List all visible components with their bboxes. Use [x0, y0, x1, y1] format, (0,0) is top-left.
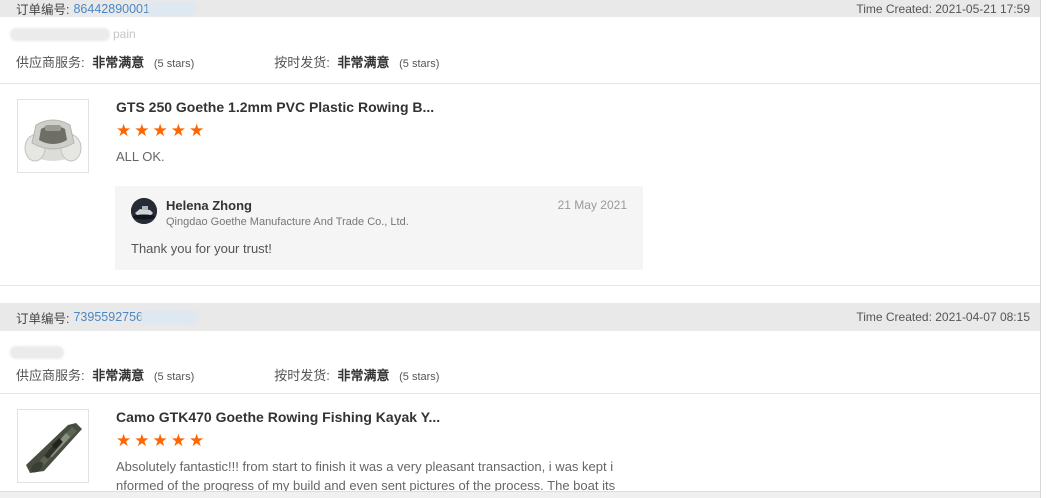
reply-text: Thank you for your trust! — [131, 241, 627, 256]
product-title[interactable]: GTS 250 Goethe 1.2mm PVC Plastic Rowing … — [116, 99, 636, 115]
supplier-service-label: 供应商服务: — [16, 55, 85, 70]
order-separator — [0, 285, 1040, 286]
review-star-rating: ★★★★★ — [116, 432, 636, 449]
order-header: 订单编号: 86442890001 Time Created: 2021-05-… — [0, 0, 1040, 17]
on-time-delivery-label: 按时发货: — [274, 368, 330, 383]
supplier-service-rating: 供应商服务: 非常满意 (5 stars) — [16, 52, 194, 71]
reply-header: Helena Zhong Qingdao Goethe Manufacture … — [131, 198, 627, 228]
divider — [0, 83, 1040, 84]
buyer-row: pain — [10, 27, 1040, 41]
order-number-link[interactable]: 7395592756 — [73, 310, 143, 324]
on-time-delivery-rating: 按时发货: 非常满意 (5 stars) — [274, 365, 439, 384]
replier-company: Qingdao Goethe Manufacture And Trade Co.… — [166, 216, 409, 228]
supplier-service-stars: (5 stars) — [154, 371, 194, 383]
on-time-delivery-value: 非常满意 — [337, 368, 389, 383]
reply-date: 21 May 2021 — [558, 198, 627, 228]
buyer-name-redaction-blur — [10, 28, 110, 41]
order-number-redaction-blur — [140, 310, 198, 324]
product-review-row: Camo GTK470 Goethe Rowing Fishing Kayak … — [17, 409, 1040, 498]
order-number-label: 订单编号: — [16, 0, 69, 18]
supplier-service-value: 非常满意 — [92, 368, 144, 383]
supplier-service-value: 非常满意 — [92, 55, 144, 70]
buyer-name-redaction-blur — [10, 346, 64, 359]
product-review-row: GTS 250 Goethe 1.2mm PVC Plastic Rowing … — [17, 99, 1040, 173]
product-review-content: GTS 250 Goethe 1.2mm PVC Plastic Rowing … — [116, 99, 636, 173]
product-title[interactable]: Camo GTK470 Goethe Rowing Fishing Kayak … — [116, 409, 636, 425]
order-number-label: 订单编号: — [16, 308, 69, 327]
on-time-delivery-stars: (5 stars) — [399, 371, 439, 383]
avatar-boat-image — [131, 198, 157, 224]
supplier-service-stars: (5 stars) — [154, 58, 194, 70]
buyer-review-text: ALL OK. — [116, 148, 636, 167]
supplier-service-rating: 供应商服务: 非常满意 (5 stars) — [16, 365, 194, 384]
ratings-row: 供应商服务: 非常满意 (5 stars) 按时发货: 非常满意 (5 star… — [16, 365, 1040, 384]
time-created-text: Time Created: 2021-05-21 17:59 — [856, 2, 1030, 16]
ratings-row: 供应商服务: 非常满意 (5 stars) 按时发货: 非常满意 (5 star… — [16, 52, 1040, 71]
reviews-panel: 订单编号: 86442890001 Time Created: 2021-05-… — [0, 0, 1041, 498]
supplier-service-label: 供应商服务: — [16, 368, 85, 383]
buyer-row — [10, 345, 1040, 359]
supplier-reply-card: Helena Zhong Qingdao Goethe Manufacture … — [115, 186, 643, 270]
inflatable-boat-image — [22, 105, 84, 167]
avatar — [131, 198, 157, 224]
order-number-redaction-blur — [147, 2, 197, 16]
camo-kayak-image — [22, 415, 84, 477]
divider — [0, 393, 1040, 394]
product-thumbnail[interactable] — [17, 99, 89, 173]
time-created-text: Time Created: 2021-04-07 08:15 — [856, 310, 1030, 324]
order-header: 订单编号: 7395592756 Time Created: 2021-04-0… — [0, 303, 1040, 331]
next-order-header-partial — [0, 491, 1040, 498]
on-time-delivery-rating: 按时发货: 非常满意 (5 stars) — [274, 52, 439, 71]
order-number-link[interactable]: 86442890001 — [73, 2, 149, 16]
on-time-delivery-stars: (5 stars) — [399, 58, 439, 70]
on-time-delivery-value: 非常满意 — [337, 55, 389, 70]
product-review-content: Camo GTK470 Goethe Rowing Fishing Kayak … — [116, 409, 636, 498]
replier-identity: Helena Zhong Qingdao Goethe Manufacture … — [166, 198, 409, 228]
product-thumbnail[interactable] — [17, 409, 89, 483]
on-time-delivery-label: 按时发货: — [274, 55, 330, 70]
buyer-country-hint: pain — [113, 27, 136, 41]
review-star-rating: ★★★★★ — [116, 122, 636, 139]
replier-name: Helena Zhong — [166, 198, 409, 213]
